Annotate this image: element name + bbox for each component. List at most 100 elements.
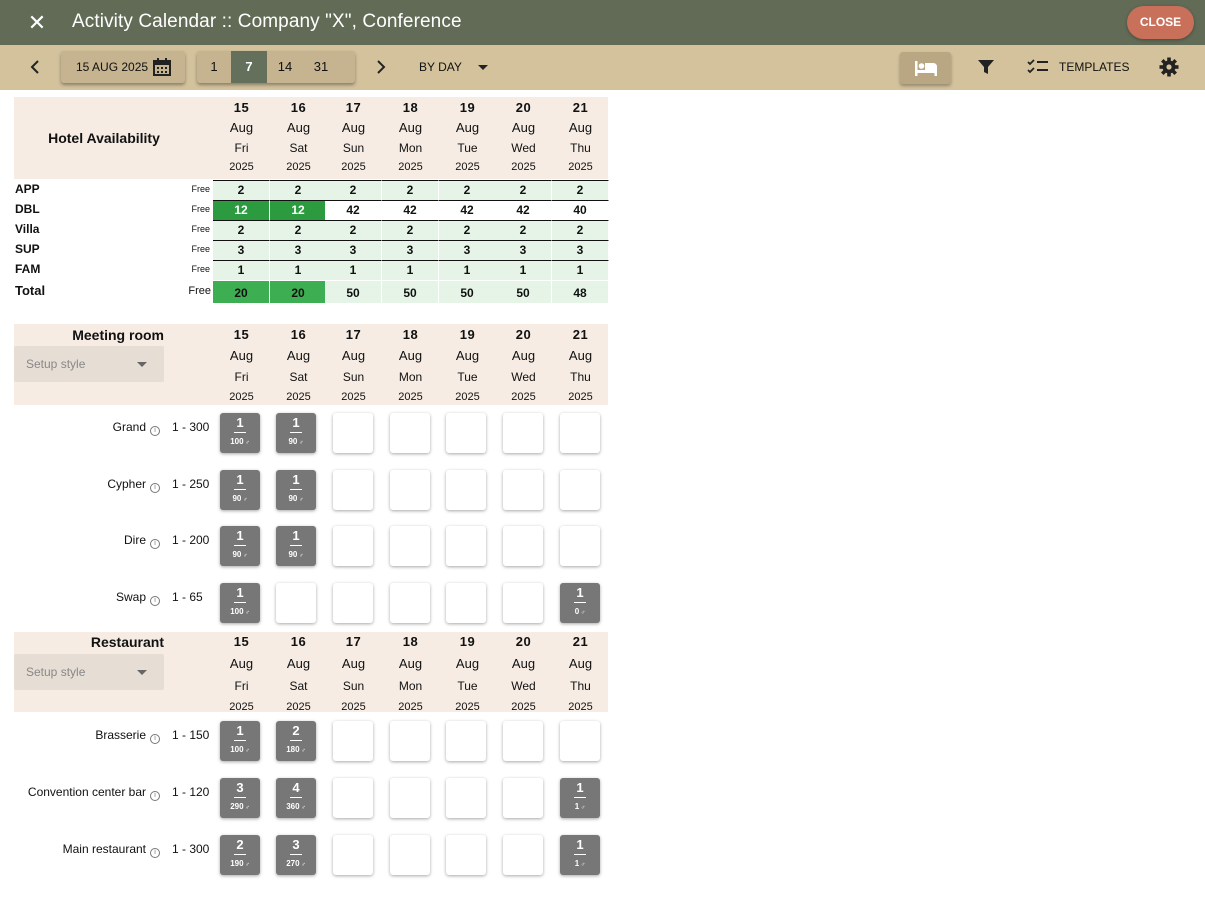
empty-booking-cell[interactable] (560, 721, 600, 761)
empty-booking-cell[interactable] (446, 526, 486, 567)
close-button[interactable]: CLOSE (1127, 6, 1194, 39)
toolbar: 15 AUG 2025 1 7 14 31 BY DAY TEMPLATES (0, 45, 1205, 90)
span-button-14[interactable]: 14 (267, 51, 303, 83)
pax-count: 1 ♂ (560, 802, 600, 813)
booking-cell[interactable]: 1 0 ♂ (560, 583, 600, 624)
person-icon: ♂ (297, 496, 304, 503)
info-icon[interactable]: i (150, 791, 160, 801)
date-weekday: Fri (234, 141, 249, 155)
pax-value: 100 (230, 437, 244, 446)
restaurant-setup-style-select[interactable]: Setup style (14, 654, 164, 690)
booking-cell[interactable]: 1 90 ♂ (276, 413, 316, 453)
date-column-header: 21 Aug Thu 2025 (552, 634, 609, 720)
empty-booking-cell[interactable] (503, 469, 543, 510)
empty-booking-cell[interactable] (333, 583, 373, 624)
date-picker[interactable]: 15 AUG 2025 (61, 51, 185, 83)
span-button-31[interactable]: 31 (303, 51, 339, 83)
empty-booking-cell[interactable] (446, 778, 486, 818)
booking-cell[interactable]: 4 360 ♂ (276, 778, 316, 818)
setup-style-placeholder: Setup style (26, 665, 86, 679)
empty-booking-cell[interactable] (503, 778, 543, 818)
booking-cell[interactable]: 1 100 ♂ (220, 583, 260, 624)
caret-down-icon[interactable] (478, 65, 488, 70)
caret-down-icon (137, 670, 147, 675)
empty-booking-cell[interactable] (390, 721, 430, 761)
empty-booking-cell[interactable] (390, 526, 430, 567)
close-icon[interactable]: ✕ (26, 12, 48, 34)
hotel-availability-button[interactable] (900, 52, 951, 84)
checklist-icon[interactable] (1027, 59, 1049, 75)
empty-booking-cell[interactable] (446, 835, 486, 875)
date-weekday: Tue (457, 679, 478, 693)
pax-count: 90 ♂ (220, 494, 260, 505)
info-icon[interactable]: i (150, 848, 160, 858)
booking-count: 1 (236, 471, 244, 487)
info-icon[interactable]: i (150, 426, 160, 436)
empty-booking-cell[interactable] (333, 526, 373, 567)
pax-count: 180 ♂ (276, 745, 316, 756)
booking-cell[interactable]: 1 90 ♂ (220, 469, 260, 510)
gear-icon[interactable] (1159, 57, 1179, 77)
empty-booking-cell[interactable] (333, 778, 373, 818)
booking-cell[interactable]: 1 90 ♂ (276, 526, 316, 567)
empty-booking-cell[interactable] (503, 413, 543, 453)
room-name: Brasserie (95, 728, 146, 742)
info-icon[interactable]: i (150, 539, 160, 550)
empty-booking-cell[interactable] (333, 469, 373, 510)
empty-booking-cell[interactable] (446, 469, 486, 510)
empty-booking-cell[interactable] (446, 721, 486, 761)
empty-booking-cell[interactable] (503, 526, 543, 567)
booking-cell[interactable]: 1 100 ♂ (220, 413, 260, 453)
empty-booking-cell[interactable] (560, 526, 600, 567)
chevron-left-icon[interactable] (27, 58, 45, 76)
date-column-header: 20 Aug Wed 2025 (495, 327, 552, 409)
person-icon: ♂ (243, 440, 250, 446)
empty-booking-cell[interactable] (390, 469, 430, 510)
empty-booking-cell[interactable] (390, 583, 430, 624)
info-icon[interactable]: i (150, 482, 160, 493)
booking-cell[interactable]: 1 1 ♂ (560, 835, 600, 875)
empty-booking-cell[interactable] (390, 778, 430, 818)
booking-cell[interactable]: 3 290 ♂ (220, 778, 260, 818)
date-column-header: 18 Aug Mon 2025 (382, 634, 439, 720)
booking-count: 1 (292, 415, 300, 430)
empty-booking-cell[interactable] (503, 583, 543, 624)
empty-booking-cell[interactable] (390, 835, 430, 875)
date-year: 2025 (341, 391, 366, 403)
meeting-setup-style-select[interactable]: Setup style (14, 346, 164, 382)
chevron-right-icon[interactable] (371, 58, 389, 76)
empty-booking-cell[interactable] (446, 583, 486, 624)
empty-booking-cell[interactable] (276, 583, 316, 624)
empty-booking-cell[interactable] (503, 835, 543, 875)
availability-cell: 42 (325, 200, 382, 220)
empty-booking-cell[interactable] (333, 721, 373, 761)
booking-cell[interactable]: 3 270 ♂ (276, 835, 316, 875)
empty-booking-cell[interactable] (503, 721, 543, 761)
empty-booking-cell[interactable] (390, 413, 430, 453)
booking-cell[interactable]: 1 1 ♂ (560, 778, 600, 818)
date-day: 15 (233, 327, 250, 342)
span-button-7[interactable]: 7 (231, 51, 267, 83)
booking-cell[interactable]: 2 190 ♂ (220, 835, 260, 875)
info-icon[interactable]: i (150, 734, 160, 744)
availability-cell: 1 (325, 260, 382, 280)
pax-count: 100 ♂ (220, 437, 260, 448)
empty-booking-cell[interactable] (446, 413, 486, 453)
person-icon: ♂ (297, 553, 304, 560)
booking-cell[interactable]: 1 90 ♂ (276, 469, 316, 510)
booking-cell[interactable]: 1 90 ♂ (220, 526, 260, 567)
info-icon[interactable]: i (150, 596, 160, 607)
empty-booking-cell[interactable] (333, 413, 373, 453)
view-mode-select[interactable]: BY DAY (419, 60, 462, 75)
span-button-1[interactable]: 1 (197, 51, 231, 83)
templates-button[interactable]: TEMPLATES (1059, 60, 1129, 75)
empty-booking-cell[interactable] (333, 835, 373, 875)
empty-booking-cell[interactable] (560, 413, 600, 453)
empty-booking-cell[interactable] (560, 469, 600, 510)
person-icon: ♂ (243, 748, 250, 754)
booking-cell[interactable]: 1 100 ♂ (220, 721, 260, 761)
date-month: Aug (568, 120, 593, 135)
date-month: Aug (455, 656, 480, 671)
filter-icon[interactable] (977, 59, 995, 75)
booking-cell[interactable]: 2 180 ♂ (276, 721, 316, 761)
